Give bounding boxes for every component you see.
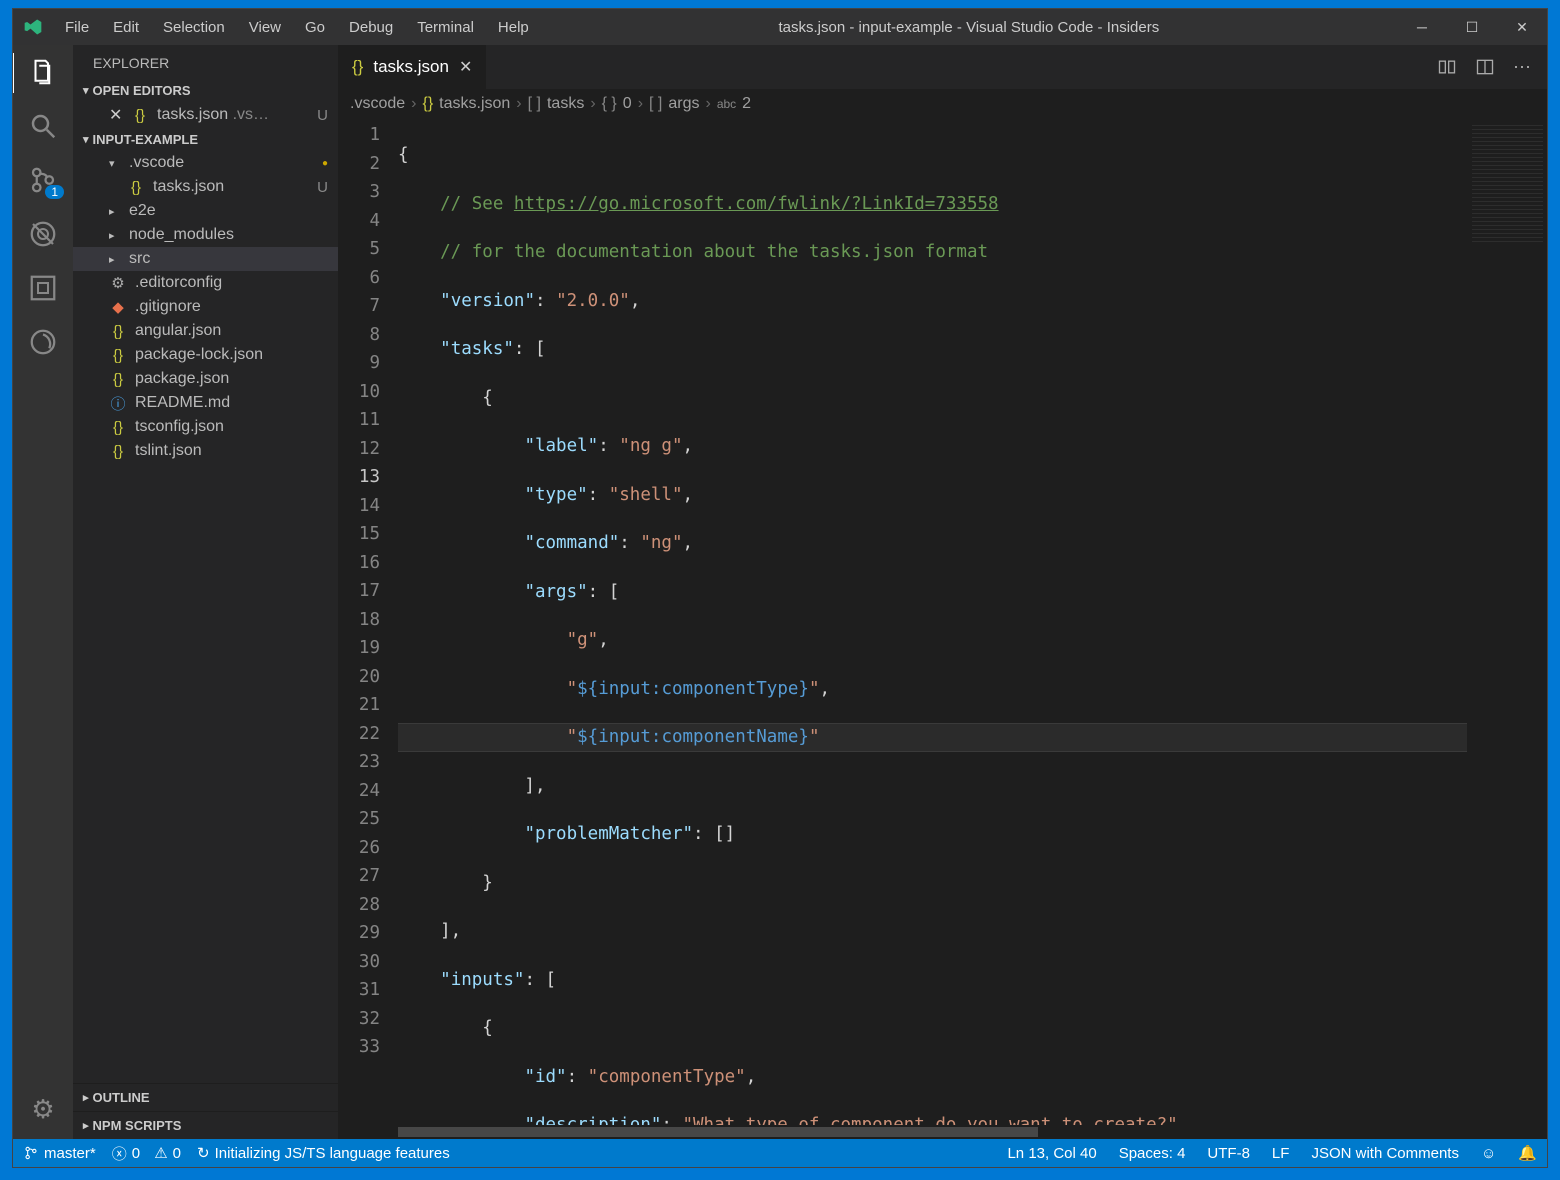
sidebar-item-node-modules[interactable]: ▸node_modules (73, 223, 338, 247)
sidebar-item-tsconfig[interactable]: {}tsconfig.json (73, 415, 338, 439)
sidebar-item-angular[interactable]: {}angular.json (73, 319, 338, 343)
notifications-bell-icon[interactable]: 🔔 (1518, 1144, 1537, 1162)
menu-edit[interactable]: Edit (101, 13, 151, 42)
tab-label: tasks.json (373, 57, 449, 77)
sidebar-item-vscode[interactable]: ▾.vscode● (73, 151, 338, 175)
code-content[interactable]: { // See https://go.microsoft.com/fwlink… (398, 119, 1467, 1125)
json-file-icon: {} (352, 57, 363, 77)
json-file-icon: {} (109, 442, 127, 460)
sidebar-item-src[interactable]: ▸src (73, 247, 338, 271)
json-file-icon: {} (127, 178, 145, 196)
window-title: tasks.json - input-example - Visual Stud… (541, 19, 1397, 36)
menu-terminal[interactable]: Terminal (405, 13, 486, 42)
menu-view[interactable]: View (237, 13, 293, 42)
window-close-icon[interactable]: ✕ (1497, 9, 1547, 45)
tab-tasksjson[interactable]: {} tasks.json ✕ (338, 45, 486, 89)
sidebar-item-editorconfig[interactable]: ⚙.editorconfig (73, 271, 338, 295)
activity-bar: 1 ⚙ (13, 45, 73, 1139)
close-editor-icon[interactable]: ✕ (109, 105, 123, 125)
json-file-icon: {} (109, 346, 127, 364)
compare-changes-icon[interactable] (1437, 57, 1457, 77)
status-language[interactable]: JSON with Comments (1311, 1145, 1459, 1162)
sidebar-item-e2e[interactable]: ▸e2e (73, 199, 338, 223)
menu-go[interactable]: Go (293, 13, 337, 42)
search-icon[interactable] (28, 111, 58, 141)
menubar: File Edit Selection View Go Debug Termin… (53, 13, 541, 42)
tab-bar: {} tasks.json ✕ ⋯ (338, 45, 1547, 89)
status-problems[interactable]: ⓧ0 ⚠0 (112, 1143, 181, 1164)
sidebar-item-tasksjson[interactable]: {}tasks.json U (73, 175, 338, 199)
line-gutter: 1234567891011121314151617181920212223242… (338, 119, 398, 1125)
titlebar: File Edit Selection View Go Debug Termin… (13, 9, 1547, 45)
explorer-icon[interactable] (28, 57, 58, 87)
debug-icon[interactable] (28, 219, 58, 249)
outline-header[interactable]: ▸OUTLINE (73, 1083, 338, 1111)
open-editor-item[interactable]: ✕ {} tasks.json .vs… U (73, 102, 338, 128)
menu-file[interactable]: File (53, 13, 101, 42)
breadcrumb[interactable]: .vscode› {}tasks.json› [ ]tasks› { }0› [… (338, 89, 1547, 119)
scm-badge: 1 (45, 185, 64, 199)
status-encoding[interactable]: UTF-8 (1207, 1145, 1250, 1162)
project-header[interactable]: ▾INPUT-EXAMPLE (73, 128, 338, 151)
window-minimize-icon[interactable]: ─ (1397, 9, 1447, 45)
sidebar-item-package[interactable]: {}package.json (73, 367, 338, 391)
file-badge: U (317, 179, 328, 196)
sidebar-item-gitignore[interactable]: ◆.gitignore (73, 295, 338, 319)
tab-close-icon[interactable]: ✕ (459, 57, 472, 77)
window-maximize-icon[interactable]: ☐ (1447, 9, 1497, 45)
status-spaces[interactable]: Spaces: 4 (1119, 1145, 1186, 1162)
menu-help[interactable]: Help (486, 13, 541, 42)
custom-view-icon[interactable] (28, 327, 58, 357)
sidebar-item-packagelock[interactable]: {}package-lock.json (73, 343, 338, 367)
extensions-icon[interactable] (28, 273, 58, 303)
split-editor-icon[interactable] (1475, 57, 1495, 77)
sidebar-item-readme[interactable]: ⓘREADME.md (73, 391, 338, 415)
feedback-smiley-icon[interactable]: ☺ (1481, 1145, 1496, 1162)
vscode-window: File Edit Selection View Go Debug Termin… (12, 8, 1548, 1168)
config-file-icon: ⚙ (109, 274, 127, 292)
npm-scripts-header[interactable]: ▸NPM SCRIPTS (73, 1111, 338, 1139)
git-file-icon: ◆ (109, 298, 127, 316)
explorer-title: EXPLORER (73, 45, 338, 79)
json-file-icon: {} (109, 418, 127, 436)
open-editors-header[interactable]: ▾OPEN EDITORS (73, 79, 338, 102)
more-actions-icon[interactable]: ⋯ (1513, 57, 1531, 78)
app-logo-icon (13, 17, 53, 37)
explorer-sidebar: EXPLORER ▾OPEN EDITORS ✕ {} tasks.json .… (73, 45, 338, 1139)
dirty-indicator-icon: ● (322, 158, 328, 169)
editor: {} tasks.json ✕ ⋯ .vscode› {}tasks.json›… (338, 45, 1547, 1139)
code-area[interactable]: 1234567891011121314151617181920212223242… (338, 119, 1547, 1125)
status-eol[interactable]: LF (1272, 1145, 1290, 1162)
menu-selection[interactable]: Selection (151, 13, 237, 42)
open-editor-label: tasks.json .vs… (157, 106, 269, 124)
open-editor-badge: U (317, 107, 328, 124)
info-file-icon: ⓘ (109, 394, 127, 412)
menu-debug[interactable]: Debug (337, 13, 405, 42)
json-file-icon: {} (422, 95, 433, 113)
sync-icon: ↻ (197, 1144, 210, 1162)
status-language-init[interactable]: ↻Initializing JS/TS language features (197, 1144, 450, 1162)
source-control-icon[interactable]: 1 (28, 165, 58, 195)
status-branch[interactable]: master* (23, 1145, 96, 1162)
minimap[interactable] (1467, 119, 1547, 1125)
json-file-icon: {} (109, 370, 127, 388)
sidebar-item-tslint[interactable]: {}tslint.json (73, 439, 338, 463)
status-bar: master* ⓧ0 ⚠0 ↻Initializing JS/TS langua… (13, 1139, 1547, 1167)
settings-gear-icon[interactable]: ⚙ (31, 1094, 54, 1125)
json-file-icon: {} (109, 322, 127, 340)
horizontal-scrollbar[interactable] (338, 1125, 1547, 1139)
status-position[interactable]: Ln 13, Col 40 (1007, 1145, 1096, 1162)
json-file-icon: {} (131, 106, 149, 124)
